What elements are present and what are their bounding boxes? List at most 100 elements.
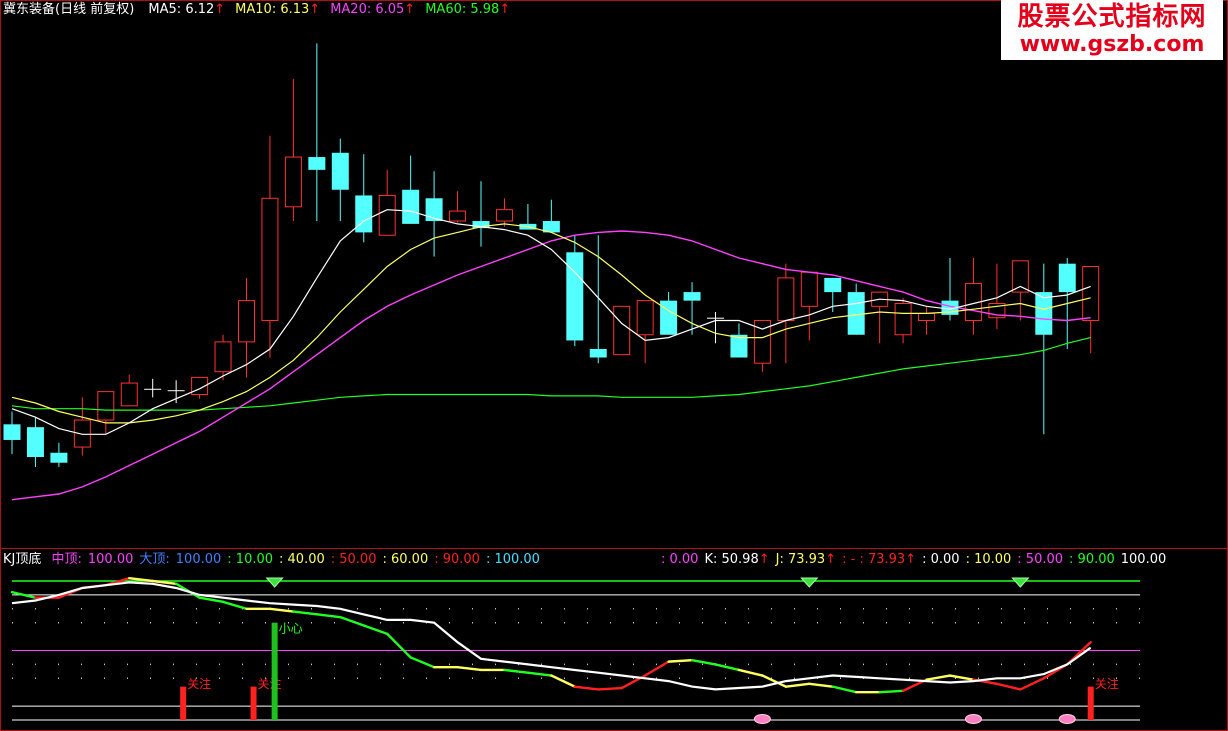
candle-body-down	[144, 388, 162, 390]
indicator-value-9: : 100.00	[485, 552, 540, 567]
candle-body-down	[331, 152, 349, 190]
candle-body-up	[97, 391, 115, 421]
bottom-mark-icon	[1058, 714, 1076, 724]
d-line-segment	[737, 668, 764, 677]
indicator-right-value-8: : 10.00	[965, 552, 1012, 567]
ma-label-0: MA5: 6.12	[148, 2, 215, 17]
candle-body-up	[636, 300, 654, 336]
candle-body-down	[824, 277, 842, 293]
indicator-right-value-2: ↑	[758, 552, 770, 567]
indicator-right-value-1: K: 50.98	[704, 552, 759, 567]
candle-body-down	[707, 317, 724, 319]
careful-label: 小心	[279, 621, 303, 635]
d-line-segment	[925, 674, 952, 681]
d-line-segment	[784, 682, 811, 688]
indicator-right-value-9: : 50.00	[1017, 552, 1064, 567]
d-line-segment	[597, 686, 623, 691]
diamond-icon	[800, 577, 819, 588]
candle-body-down	[1035, 292, 1053, 335]
candle-body-down	[566, 252, 584, 341]
bottom-mark-icon	[753, 714, 771, 724]
d-line-segment	[362, 624, 389, 636]
d-line-segment	[878, 689, 905, 694]
stock-title: 冀东装备(日线 前复权)	[3, 2, 135, 17]
candle-body-up	[120, 382, 138, 407]
kline-chart[interactable]: 关注 关注 关注 小心	[0, 0, 1228, 731]
candle-body-up	[449, 210, 467, 222]
candle-body-down	[847, 292, 865, 335]
indicator-value-8: : 90.00	[434, 552, 480, 567]
d-line-segment	[831, 685, 858, 694]
indicator-value-0: 中顶:	[51, 552, 82, 567]
careful-bar	[271, 622, 278, 720]
d-line-segment	[550, 674, 576, 688]
bottom-mark-icon	[964, 714, 982, 724]
candle-body-up	[894, 302, 912, 336]
d-line-segment	[573, 685, 600, 691]
focus-bar	[250, 686, 257, 720]
candle-body-down	[660, 300, 678, 335]
d-line-segment	[667, 659, 694, 663]
watermark-line2: www.gszb.com	[1019, 32, 1205, 57]
indicator-header: KJ顶底 中顶: 100.00 大顶: 100.00: 10.00: 40.00: 5…	[0, 550, 1228, 570]
candle-body-up	[777, 277, 795, 322]
d-line-segment	[503, 668, 530, 674]
d-line-segment	[1019, 677, 1046, 691]
candle-body-down	[1058, 263, 1076, 293]
candle-body-down	[589, 348, 607, 358]
candle-body-down	[683, 292, 701, 301]
candle-body-down	[402, 189, 420, 224]
d-line-segment	[339, 615, 365, 627]
indicator-right-value-5: : - : 73.93	[842, 552, 906, 567]
candle-body-up	[800, 271, 818, 307]
watermark-logo: 股票公式指标网 www.gszb.com	[1001, 0, 1223, 60]
candle-body-down	[355, 195, 373, 233]
focus-label: 关注	[258, 676, 282, 691]
d-line-segment	[292, 610, 319, 616]
candle-body-up	[214, 341, 232, 373]
diamond-icon	[1011, 577, 1030, 588]
up-arrow-icon: ↑	[404, 2, 416, 17]
candle-body-up	[1082, 266, 1100, 322]
candle-body-up	[495, 209, 513, 222]
candle-body-down	[3, 424, 21, 440]
indicator-right-value-7: : 0.00	[922, 552, 960, 567]
indicator-right-value-3: J: 73.93	[775, 552, 826, 567]
ma5-line	[11, 209, 1091, 435]
main-header: 冀东装备(日线 前复权) MA5: 6.12↑ MA10: 6.13↑ MA20: …	[3, 0, 510, 20]
up-arrow-icon: ↑	[309, 2, 321, 17]
d-line-segment	[456, 665, 483, 672]
focus-label: 关注	[187, 676, 211, 691]
candle-body-up	[73, 419, 91, 448]
focus-bar	[1087, 686, 1094, 720]
candle-body-up	[613, 305, 631, 356]
indicator-right-value-11: 100.00	[1120, 552, 1167, 567]
indicator-value-3: 100.00	[175, 552, 222, 567]
candle-body-up	[261, 197, 279, 322]
indicator-value-4: : 10.00	[227, 552, 274, 567]
d-line-segment	[714, 663, 741, 672]
d-line-segment	[268, 607, 295, 613]
candle-body-up	[238, 300, 255, 343]
d-line-segment	[221, 600, 248, 610]
d-line-segment	[315, 613, 342, 619]
candle-body-down	[50, 452, 68, 463]
indicator-value-1: 100.00	[87, 552, 134, 567]
diamond-icon	[265, 577, 284, 588]
focus-label: 关注	[1095, 676, 1119, 691]
indicator-value-7: : 60.00	[382, 552, 429, 567]
indicator-right-value-10: : 90.00	[1069, 552, 1115, 567]
d-line-segment	[409, 656, 436, 669]
candle-body-up	[284, 156, 302, 208]
d-line-segment	[386, 632, 412, 659]
up-arrow-icon: ↑	[214, 2, 226, 17]
up-arrow-icon: ↑	[499, 2, 511, 17]
d-line-segment	[526, 671, 553, 677]
d-line-segment	[948, 674, 975, 681]
candle-body-up	[378, 194, 396, 236]
focus-bar	[180, 686, 187, 720]
candle-body-up	[1011, 260, 1029, 293]
ma10-line	[11, 223, 1091, 424]
candle-body-down	[26, 427, 44, 458]
candle-body-up	[918, 312, 936, 322]
